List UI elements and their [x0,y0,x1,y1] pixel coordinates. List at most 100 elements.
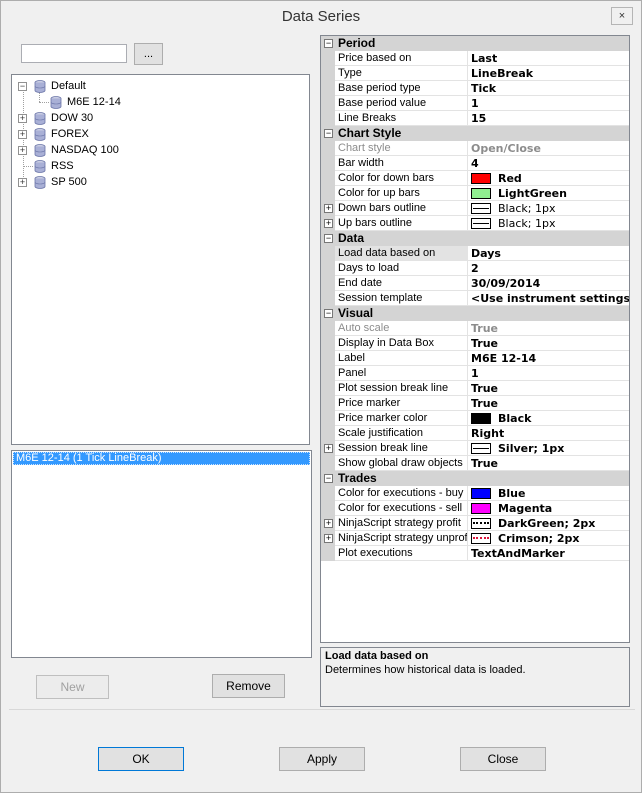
property-row[interactable]: Show global draw objects True [321,456,629,471]
property-value[interactable]: Blue [468,486,629,501]
property-row[interactable]: Panel 1 [321,366,629,381]
collapse-icon[interactable]: − [324,309,333,318]
property-row[interactable]: + Up bars outline Black; 1px [321,216,629,231]
expand-icon[interactable]: + [324,519,333,528]
property-value[interactable]: Black; 1px [468,201,629,216]
expand-icon[interactable]: + [18,178,27,187]
property-row[interactable]: Color for executions - buy Blue [321,486,629,501]
property-row[interactable]: Price marker True [321,396,629,411]
series-list[interactable]: M6E 12-14 (1 Tick LineBreak) [11,450,312,658]
close-icon[interactable]: × [611,7,633,25]
property-value[interactable]: Last [468,51,629,66]
property-row[interactable]: Days to load 2 [321,261,629,276]
property-value[interactable]: 1 [468,96,629,111]
tree-node[interactable]: + SP 500 [12,174,309,190]
property-row[interactable]: End date 30/09/2014 [321,276,629,291]
browse-button[interactable]: ... [134,43,163,65]
property-row[interactable]: + Session break line Silver; 1px [321,441,629,456]
property-row[interactable]: + NinjaScript strategy profit DarkGreen; 2… [321,516,629,531]
property-value[interactable]: Red [468,171,629,186]
property-row[interactable]: Base period value 1 [321,96,629,111]
property-value[interactable]: LineBreak [468,66,629,81]
category-trades[interactable]: − Trades [321,471,629,486]
collapse-icon[interactable]: − [324,39,333,48]
property-value-text: Crimson; 2px [498,532,580,545]
close-button[interactable]: Close [460,747,546,771]
series-list-item[interactable]: M6E 12-14 (1 Tick LineBreak) [13,452,310,465]
property-value[interactable]: DarkGreen; 2px [468,516,629,531]
property-value[interactable]: 4 [468,156,629,171]
property-value[interactable]: LightGreen [468,186,629,201]
property-row[interactable]: Line Breaks 15 [321,111,629,126]
expand-icon[interactable]: + [18,130,27,139]
tree-node[interactable]: − Default [12,78,309,94]
expand-icon[interactable]: + [324,204,333,213]
expand-icon[interactable]: + [324,219,333,228]
category-data[interactable]: − Data [321,231,629,246]
property-value[interactable]: TextAndMarker [468,546,629,561]
property-value[interactable]: 15 [468,111,629,126]
category-period[interactable]: − Period [321,36,629,51]
collapse-icon[interactable]: − [324,234,333,243]
property-row[interactable]: Color for down bars Red [321,171,629,186]
property-value[interactable]: True [468,321,629,336]
property-value[interactable]: True [468,336,629,351]
property-value[interactable]: Days [468,246,629,261]
ok-button[interactable]: OK [98,747,184,771]
category-chart-style[interactable]: − Chart Style [321,126,629,141]
property-row[interactable]: Plot executions TextAndMarker [321,546,629,561]
property-row[interactable]: Scale justification Right [321,426,629,441]
expand-icon[interactable]: + [324,534,333,543]
property-value[interactable]: Tick [468,81,629,96]
property-value[interactable]: 2 [468,261,629,276]
collapse-icon[interactable]: − [324,474,333,483]
property-value[interactable]: True [468,381,629,396]
property-value[interactable]: Magenta [468,501,629,516]
property-row[interactable]: Base period type Tick [321,81,629,96]
instrument-tree[interactable]: − Default M6E 12-14 + DOW 30 + FOREX + NASDAQ 10… [11,74,310,445]
remove-button[interactable]: Remove [212,674,285,698]
property-value[interactable]: True [468,456,629,471]
tree-node[interactable]: + FOREX [12,126,309,142]
property-value[interactable]: True [468,396,629,411]
expand-icon[interactable]: + [18,114,27,123]
property-value[interactable]: 1 [468,366,629,381]
property-value[interactable]: Crimson; 2px [468,531,629,546]
property-row[interactable]: Auto scale True [321,321,629,336]
property-row[interactable]: Bar width 4 [321,156,629,171]
property-row[interactable]: Plot session break line True [321,381,629,396]
tree-node[interactable]: + DOW 30 [12,110,309,126]
expand-icon[interactable]: + [18,146,27,155]
property-value[interactable]: Black [468,411,629,426]
property-row[interactable]: Load data based on Days [321,246,629,261]
property-value[interactable]: Open/Close [468,141,629,156]
collapse-icon[interactable]: − [324,129,333,138]
property-row[interactable]: Color for executions - sell Magenta [321,501,629,516]
new-button[interactable]: New [36,675,109,699]
property-row[interactable]: +NinjaScript strategy unprofitable Crimso… [321,531,629,546]
property-row[interactable]: Color for up bars LightGreen [321,186,629,201]
tree-node[interactable]: M6E 12-14 [12,94,309,110]
apply-button[interactable]: Apply [279,747,365,771]
property-value[interactable]: Silver; 1px [468,441,629,456]
property-value[interactable]: 30/09/2014 [468,276,629,291]
property-value[interactable]: Black; 1px [468,216,629,231]
tree-node[interactable]: RSS [12,158,309,174]
property-value[interactable]: <Use instrument settings> [468,291,629,306]
tree-node[interactable]: + NASDAQ 100 [12,142,309,158]
property-grid[interactable]: − Period Price based on Last Type LineBreak Ba… [320,35,630,643]
property-row[interactable]: + Down bars outline Black; 1px [321,201,629,216]
property-row[interactable]: Price marker color Black [321,411,629,426]
property-value[interactable]: Right [468,426,629,441]
property-row[interactable]: Price based on Last [321,51,629,66]
property-row[interactable]: Type LineBreak [321,66,629,81]
collapse-icon[interactable]: − [18,82,27,91]
property-row[interactable]: Display in Data Box True [321,336,629,351]
category-visual[interactable]: − Visual [321,306,629,321]
instrument-search-input[interactable] [21,44,127,63]
property-value[interactable]: M6E 12-14 [468,351,629,366]
property-row[interactable]: Label M6E 12-14 [321,351,629,366]
expand-icon[interactable]: + [324,444,333,453]
property-row[interactable]: Session template <Use instrument settings… [321,291,629,306]
property-row[interactable]: Chart style Open/Close [321,141,629,156]
